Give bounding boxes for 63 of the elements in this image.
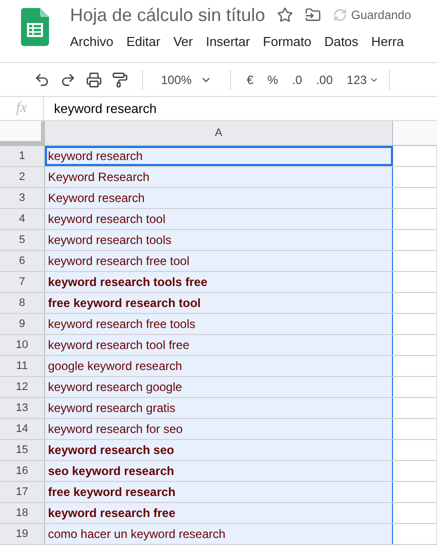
table-cell: free keyword research tool: [45, 293, 393, 313]
table-cell: keyword research tools: [45, 230, 393, 250]
save-status: Guardando: [351, 7, 412, 24]
table-cell: keyword research free tools: [45, 314, 393, 334]
row-number[interactable]: 1: [0, 146, 45, 166]
column-header[interactable]: A: [45, 121, 393, 145]
sync-icon: [333, 8, 348, 22]
table-cell: keyword research free tool: [45, 251, 393, 271]
format-button[interactable]: €: [244, 70, 256, 88]
menu-item[interactable]: Ver: [173, 32, 193, 52]
row-number[interactable]: 7: [0, 272, 45, 292]
table-cell: keyword research gratis: [45, 398, 393, 418]
document-title[interactable]: Hoja de cálculo sin título: [70, 2, 266, 28]
format-button[interactable]: 123: [344, 70, 369, 88]
table-cell: keyword research google: [45, 377, 393, 397]
row-number[interactable]: 16: [0, 461, 45, 481]
menu-item[interactable]: Editar: [126, 32, 160, 52]
redo-icon[interactable]: [60, 72, 76, 88]
table-cell: Keyword research: [45, 188, 393, 208]
row-number[interactable]: 9: [0, 314, 45, 334]
row-number[interactable]: 12: [0, 377, 45, 397]
table-cell: como hacer un keyword research: [45, 524, 393, 544]
format-button[interactable]: .00: [314, 70, 335, 88]
table-cell: seo keyword research: [45, 461, 393, 481]
row-number[interactable]: 18: [0, 503, 45, 523]
row-number[interactable]: 15: [0, 440, 45, 460]
row-number[interactable]: 10: [0, 335, 45, 355]
sheets-logo-icon[interactable]: [21, 8, 49, 46]
table-cell: keyword research tool free: [45, 335, 393, 355]
table-cell: keyword research: [45, 146, 393, 166]
row-number[interactable]: 17: [0, 482, 45, 502]
corner-cell[interactable]: [0, 121, 45, 145]
star-icon[interactable]: [277, 7, 294, 23]
format-button[interactable]: %: [265, 70, 280, 88]
menu-item[interactable]: Formato: [262, 32, 312, 52]
table-cell: keyword research for seo: [45, 419, 393, 439]
table-cell: free keyword research: [45, 482, 393, 502]
row-number[interactable]: 11: [0, 356, 45, 376]
row-number[interactable]: 8: [0, 293, 45, 313]
move-folder-icon[interactable]: [305, 7, 322, 23]
row-number[interactable]: 2: [0, 167, 45, 187]
table-cell: keyword research tools free: [45, 272, 393, 292]
table-cell: google keyword research: [45, 356, 393, 376]
row-number[interactable]: 14: [0, 419, 45, 439]
table-cell: keyword research free: [45, 503, 393, 523]
row-number[interactable]: 19: [0, 524, 45, 544]
menu-item[interactable]: Insertar: [206, 32, 250, 52]
zoom-dropdown[interactable]: 100%: [157, 70, 216, 88]
undo-icon[interactable]: [34, 72, 50, 88]
row-number[interactable]: 3: [0, 188, 45, 208]
row-number[interactable]: 5: [0, 230, 45, 250]
paint-format-icon[interactable]: [112, 72, 128, 88]
row-number[interactable]: 4: [0, 209, 45, 229]
format-button[interactable]: .0: [290, 70, 304, 88]
print-icon[interactable]: [86, 72, 102, 88]
menu-item[interactable]: Archivo: [70, 32, 114, 52]
menu-item[interactable]: Datos: [324, 32, 358, 52]
table-cell: Keyword Research: [45, 167, 393, 187]
row-number[interactable]: 6: [0, 251, 45, 271]
menu-item[interactable]: Herra: [371, 32, 404, 52]
row-number[interactable]: 13: [0, 398, 45, 418]
table-cell: keyword research tool: [45, 209, 393, 229]
table-cell: keyword research seo: [45, 440, 393, 460]
